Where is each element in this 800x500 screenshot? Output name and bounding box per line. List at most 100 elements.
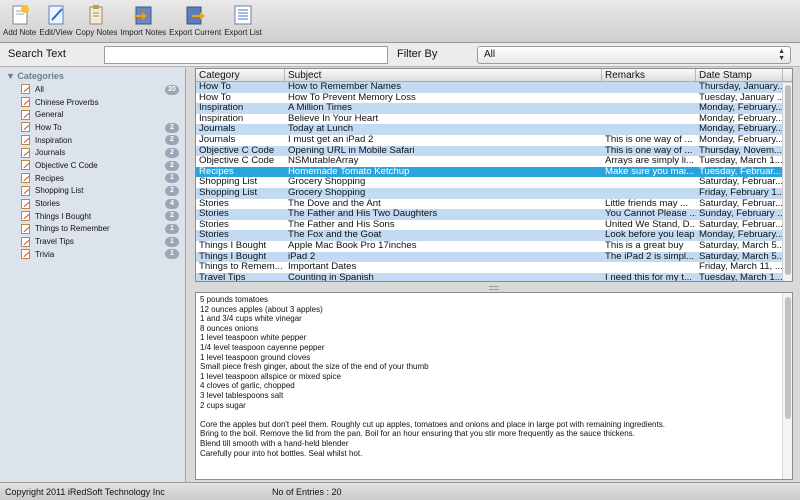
cell-remarks	[602, 103, 696, 114]
sidebar-item[interactable]: How To 2	[0, 121, 185, 134]
note-pencil-icon	[21, 249, 30, 260]
table-scrollbar[interactable]	[782, 83, 792, 281]
copy-notes-button[interactable]: Copy Notes	[76, 0, 117, 42]
table-row[interactable]: Stories The Father and His Sons United We …	[196, 219, 792, 231]
cell-remarks: Little friends may ...	[605, 198, 689, 209]
table-row[interactable]: Things I Bought Apple Mac Book Pro 17inch…	[196, 240, 792, 252]
table-row[interactable]: Inspiration A Million Times Monday, Februa…	[196, 103, 792, 114]
sidebar-item[interactable]: Chinese Proverbs	[0, 96, 185, 109]
cell-remarks: This is one way of ...	[605, 134, 693, 145]
sidebar-item[interactable]: Stories 4	[0, 197, 185, 210]
import-notes-button[interactable]: Import Notes	[120, 0, 166, 42]
table-row[interactable]: How To How To Prevent Memory Loss Tuesday,…	[196, 92, 792, 104]
table-row[interactable]: Inspiration Believe In Your Heart Monday, …	[196, 113, 792, 125]
split-view-divider[interactable]	[195, 284, 793, 292]
column-header-subject[interactable]: Subject	[285, 69, 602, 81]
sidebar-item[interactable]: Shopping List 2	[0, 185, 185, 198]
table-row[interactable]: Travel Tips Counting in Spanish I need thi…	[196, 272, 792, 281]
export-current-button[interactable]: Export Current	[169, 0, 221, 42]
edit-view-label: Edit/View	[39, 28, 73, 37]
sidebar-item[interactable]: All 20	[0, 83, 185, 96]
table-row[interactable]: Things to Remem... Important Dates Friday,…	[196, 262, 792, 273]
cell-subject: NSMutableArray	[288, 156, 359, 167]
table-row[interactable]: Journals I must get an iPad 2 This is one …	[196, 134, 792, 146]
sidebar-item-label: Travel Tips	[35, 237, 74, 247]
column-header-remarks[interactable]: Remarks	[602, 69, 696, 81]
cell-remarks: United We Stand, D...	[605, 219, 696, 230]
category-sidebar: ▼ Categories All 20 Chinese Proverbs Genera…	[0, 68, 186, 482]
search-input[interactable]	[104, 46, 388, 64]
table-row[interactable]: Stories The Dove and the Ant Little friend…	[196, 198, 792, 210]
sidebar-item[interactable]: Things I Bought 2	[0, 210, 185, 223]
cell-date-stamp: Monday, February...	[699, 113, 783, 124]
search-bar: Search Text Filter By All ▲ ▼	[0, 43, 800, 67]
count-badge: 2	[165, 211, 179, 222]
column-header-date-stamp[interactable]: Date Stamp	[696, 69, 783, 81]
categories-header[interactable]: ▼ Categories	[0, 68, 185, 83]
table-row[interactable]: Stories The Fox and the Goat Look before y…	[196, 230, 792, 241]
note-text-line: 12 ounces apples (about 3 apples)	[200, 304, 323, 314]
sidebar-item[interactable]: Recipes 1	[0, 172, 185, 185]
table-row[interactable]: Shopping List Grocery Shopping Saturday, F…	[196, 177, 792, 188]
cell-date-stamp: Monday, February...	[699, 124, 783, 135]
table-row[interactable]: Shopping List Grocery Shopping Friday, Feb…	[196, 187, 792, 199]
note-scrollbar-thumb[interactable]	[785, 297, 791, 419]
cell-category: Objective C Code	[199, 145, 275, 156]
note-content-view[interactable]: 5 pounds tomatoes 12 ounces apples (about…	[195, 292, 793, 480]
cell-category: Journals	[199, 134, 236, 145]
cell-date-stamp: Friday, March 11, ...	[699, 262, 783, 273]
note-pencil-icon	[21, 185, 30, 196]
sidebar-item[interactable]: Trivia 1	[0, 248, 185, 261]
sidebar-item[interactable]: Inspiration 2	[0, 134, 185, 147]
cell-date-stamp: Thursday, January...	[699, 82, 783, 92]
search-label: Search Text	[8, 48, 66, 60]
cell-date-stamp: Saturday, March 5...	[699, 251, 783, 262]
table-scrollbar-thumb[interactable]	[785, 85, 791, 275]
count-badge: 2	[165, 186, 179, 196]
sidebar-item[interactable]: Travel Tips 1	[0, 235, 185, 248]
edit-view-button[interactable]: Edit/View	[39, 0, 73, 42]
note-pencil-icon	[21, 173, 30, 184]
filter-select-value: All	[484, 49, 496, 60]
cell-subject: How to Remember Names	[288, 82, 402, 92]
cell-subject: The Dove and the Ant	[288, 198, 381, 209]
column-header-category[interactable]: Category	[196, 69, 285, 81]
table-row[interactable]: Journals Today at Lunch Monday, February..…	[196, 124, 792, 135]
sidebar-item-label: Inspiration	[35, 135, 72, 145]
cell-subject: Believe In Your Heart	[288, 113, 379, 124]
table-row[interactable]: Things I Bought iPad 2 The iPad 2 is simpl…	[196, 251, 792, 263]
filter-select[interactable]: All ▲ ▼	[477, 46, 791, 64]
note-pencil-icon	[21, 109, 30, 120]
sidebar-item-label: Stories	[35, 199, 60, 209]
table-row[interactable]: Objective C Code NSMutableArray Arrays are…	[196, 156, 792, 167]
add-note-icon	[9, 4, 31, 26]
note-text-line: Carefully pour into hot bottles. Seal wh…	[200, 448, 363, 458]
note-text-line: 3 level tablespoons salt	[200, 390, 284, 400]
note-pencil-icon	[21, 211, 30, 222]
count-badge: 1	[165, 224, 179, 235]
count-badge: 1	[165, 173, 179, 184]
export-list-button[interactable]: Export List	[224, 0, 262, 42]
note-text-line: Bring to the boil. Remove the lid from t…	[200, 429, 635, 439]
count-badge: 2	[165, 135, 179, 146]
note-scrollbar[interactable]	[782, 293, 792, 479]
note-text-line: 1/4 level teaspoon cayenne pepper	[200, 342, 325, 352]
import-notes-icon	[132, 4, 154, 26]
table-row[interactable]: Recipes Homemade Tomato Ketchup Make sure …	[196, 166, 792, 178]
cell-subject: The Father and His Two Daughters	[288, 209, 438, 220]
cell-date-stamp: Tuesday, March 1...	[699, 156, 783, 167]
cell-category: Shopping List	[199, 187, 258, 198]
chevron-up-down-icon: ▲ ▼	[778, 48, 785, 62]
table-row[interactable]: How To How to Remember Names Thursday, Jan…	[196, 82, 792, 93]
sidebar-item[interactable]: Objective C Code 2	[0, 159, 185, 172]
note-pencil-icon	[21, 160, 30, 171]
cell-subject: The Fox and the Goat	[288, 230, 382, 241]
add-note-button[interactable]: Add Note	[3, 0, 36, 42]
note-pencil-icon	[21, 135, 30, 146]
sidebar-item[interactable]: Things to Remember 1	[0, 223, 185, 236]
notes-table: Category Subject Remarks Date Stamp How …	[195, 68, 793, 282]
table-row[interactable]: Objective C Code Opening URL in Mobile Sa…	[196, 145, 792, 157]
sidebar-item[interactable]: Journals 2	[0, 146, 185, 159]
sidebar-item[interactable]: General	[0, 108, 185, 121]
table-row[interactable]: Stories The Father and His Two Daughters Y…	[196, 209, 792, 220]
